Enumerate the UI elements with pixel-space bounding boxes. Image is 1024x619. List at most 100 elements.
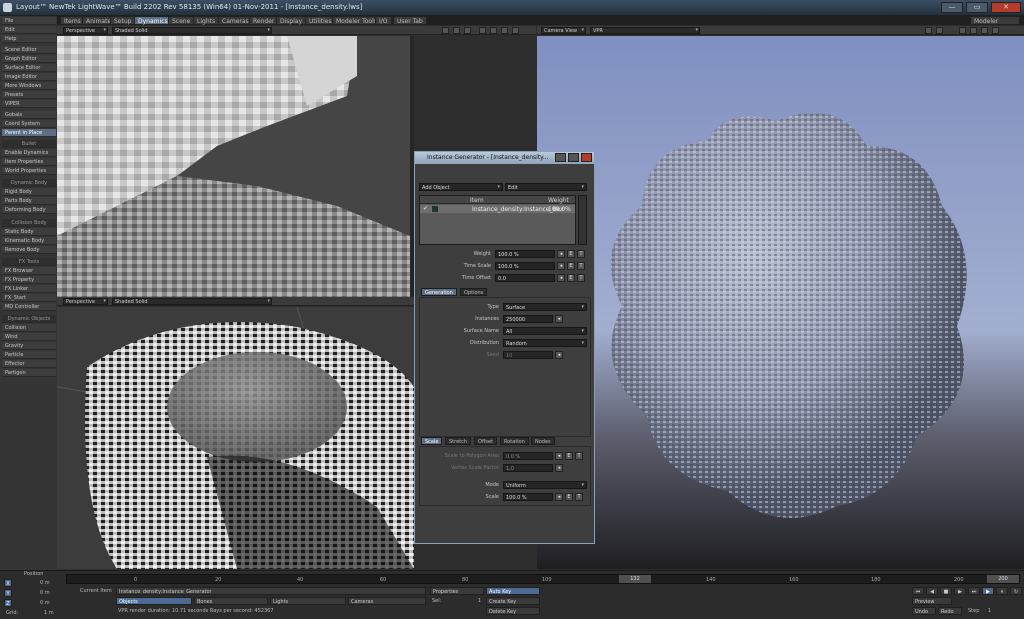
auto-key-button[interactable]: Auto Key bbox=[486, 587, 540, 595]
viewport-bl-shading-select[interactable]: Shaded Solid bbox=[112, 298, 272, 305]
minimize-button[interactable]: — bbox=[941, 2, 963, 13]
graph-editor-button[interactable]: Graph Editor bbox=[2, 55, 56, 63]
scale-polygon-envelope-button[interactable]: E bbox=[565, 452, 573, 460]
more-windows-button[interactable]: More Windows bbox=[2, 82, 56, 90]
tab-scene[interactable]: Scene bbox=[168, 16, 195, 25]
tab-lights[interactable]: Lights bbox=[193, 16, 220, 25]
scale-texture-button[interactable]: T bbox=[575, 493, 583, 501]
x-value[interactable]: 0 m bbox=[40, 580, 50, 586]
list-header-weight[interactable]: Weight bbox=[548, 197, 569, 204]
help-menu[interactable]: Help bbox=[2, 35, 56, 43]
step-value[interactable]: 1 bbox=[988, 608, 991, 614]
redo-button[interactable]: Redo bbox=[938, 607, 962, 615]
wind-button[interactable]: Wind bbox=[2, 333, 56, 341]
viewport-r-vpr[interactable] bbox=[537, 36, 1024, 569]
instance-list[interactable]: Item Weight ✔ Instance_density:Instance_… bbox=[419, 195, 576, 245]
weight-envelope-button[interactable]: E bbox=[567, 250, 575, 258]
remove-body-button[interactable]: Remove Body bbox=[2, 246, 56, 254]
viewport-tl[interactable] bbox=[57, 36, 410, 297]
objects-button[interactable]: Objects bbox=[116, 597, 192, 605]
globals-button[interactable]: Gobals bbox=[2, 111, 56, 119]
y-value[interactable]: 0 m bbox=[40, 590, 50, 596]
instances-field[interactable]: 250000 bbox=[503, 315, 553, 323]
viewport-r-view-select[interactable]: Camera View bbox=[541, 27, 586, 34]
presets-button[interactable]: Presets bbox=[2, 91, 56, 99]
world-properties-button[interactable]: World Properties bbox=[2, 167, 56, 175]
scale-polygon-field[interactable]: 0.0 % bbox=[503, 452, 553, 460]
dialog-close-button[interactable] bbox=[581, 153, 592, 162]
vertex-scale-stepper[interactable]: ◂ bbox=[555, 464, 563, 472]
undo-button[interactable]: Undo bbox=[912, 607, 936, 615]
visibility-icon[interactable] bbox=[432, 206, 438, 212]
y-axis-button[interactable]: Y bbox=[4, 589, 12, 597]
instance-list-row[interactable]: ✔ Instance_density:Instance_Box 100.0% bbox=[420, 205, 575, 213]
tab-display[interactable]: Display bbox=[276, 16, 307, 25]
time-offset-field[interactable]: 0.0 bbox=[495, 274, 555, 282]
modeler-button[interactable]: Modeler bbox=[970, 16, 1020, 25]
rotate-view-icon[interactable] bbox=[490, 27, 497, 34]
render-icon[interactable] bbox=[453, 27, 460, 34]
tab-user[interactable]: User Tab bbox=[393, 16, 427, 25]
file-menu[interactable]: File bbox=[2, 17, 56, 25]
stop-button[interactable]: ■ bbox=[940, 587, 952, 595]
time-scale-field[interactable]: 100.0 % bbox=[495, 262, 555, 270]
grid-icon[interactable] bbox=[464, 27, 471, 34]
edit-menu[interactable]: Edit bbox=[2, 26, 56, 34]
seed-stepper[interactable]: ◂ bbox=[555, 351, 563, 359]
maximize-button[interactable]: ▭ bbox=[966, 2, 988, 13]
scale-field[interactable]: 100.0 % bbox=[503, 493, 553, 501]
camera-icon[interactable] bbox=[925, 27, 932, 34]
surface-editor-button[interactable]: Surface Editor bbox=[2, 64, 56, 72]
gravity-button[interactable]: Gravity bbox=[2, 342, 56, 350]
weight-field[interactable]: 100.0 % bbox=[495, 250, 555, 258]
tab-rotation[interactable]: Rotation bbox=[500, 437, 529, 445]
instances-stepper[interactable]: ◂ bbox=[555, 315, 563, 323]
current-frame-thumb[interactable]: 132 bbox=[619, 575, 651, 583]
surface-name-dropdown[interactable]: All bbox=[503, 327, 587, 335]
effector-button[interactable]: Effector bbox=[2, 360, 56, 368]
fx-browser-button[interactable]: FX Browser bbox=[2, 267, 56, 275]
render-icon[interactable] bbox=[936, 27, 943, 34]
dialog-maximize-button[interactable] bbox=[568, 153, 579, 162]
loop-button[interactable]: ↻ bbox=[1010, 587, 1022, 595]
current-item-dropdown[interactable]: Instance_density:Instance_Generator bbox=[116, 587, 426, 595]
scale-envelope-button[interactable]: E bbox=[565, 493, 573, 501]
tab-nodes[interactable]: Nodes bbox=[531, 437, 555, 445]
time-scale-envelope-button[interactable]: E bbox=[567, 262, 575, 270]
fx-linker-button[interactable]: FX Linker bbox=[2, 285, 56, 293]
time-scale-texture-button[interactable]: T bbox=[577, 262, 585, 270]
check-icon[interactable]: ✔ bbox=[423, 205, 428, 212]
parent-in-place-button[interactable]: Parent in Place bbox=[2, 129, 56, 137]
camera-icon[interactable] bbox=[442, 27, 449, 34]
grid-value[interactable]: 1 m bbox=[44, 610, 54, 616]
rotate-view-icon[interactable] bbox=[970, 27, 977, 34]
move-view-icon[interactable] bbox=[479, 27, 486, 34]
viewport-bl[interactable] bbox=[57, 307, 414, 569]
parts-body-button[interactable]: Parts Body bbox=[2, 197, 56, 205]
scale-polygon-texture-button[interactable]: T bbox=[575, 452, 583, 460]
type-dropdown[interactable]: Surface bbox=[503, 303, 587, 311]
md-controller-button[interactable]: MD Controller bbox=[2, 303, 56, 311]
preview-dropdown[interactable]: Preview bbox=[912, 597, 952, 605]
viper-button[interactable]: VIPER bbox=[2, 100, 56, 108]
tab-scale[interactable]: Scale bbox=[421, 437, 443, 445]
image-editor-button[interactable]: Image Editor bbox=[2, 73, 56, 81]
viewport-r-shading-select[interactable]: VPR bbox=[590, 27, 700, 34]
deforming-body-button[interactable]: Deforming Body bbox=[2, 206, 56, 214]
lights-button[interactable]: Lights bbox=[270, 597, 346, 605]
edit-dropdown[interactable]: Edit bbox=[505, 183, 587, 191]
z-value[interactable]: 0 m bbox=[40, 600, 50, 606]
viewport-tl-view-select[interactable]: Perspective bbox=[63, 27, 108, 34]
maximize-viewport-icon[interactable] bbox=[992, 27, 999, 34]
tab-cameras[interactable]: Cameras bbox=[218, 16, 253, 25]
particle-button[interactable]: Particle bbox=[2, 351, 56, 359]
tab-generation[interactable]: Generation bbox=[421, 288, 457, 296]
scale-polygon-stepper[interactable]: ◂ bbox=[555, 452, 563, 460]
viewport-bl-view-select[interactable]: Perspective bbox=[63, 298, 108, 305]
tab-stretch[interactable]: Stretch bbox=[445, 437, 472, 445]
viewport-tl-shading-select[interactable]: Shaded Solid bbox=[112, 27, 272, 34]
weight-stepper[interactable]: ◂ bbox=[557, 250, 565, 258]
scene-editor-button[interactable]: Scene Editor bbox=[2, 46, 56, 54]
partigon-button[interactable]: Partigon bbox=[2, 369, 56, 377]
tab-offset[interactable]: Offset bbox=[474, 437, 498, 445]
